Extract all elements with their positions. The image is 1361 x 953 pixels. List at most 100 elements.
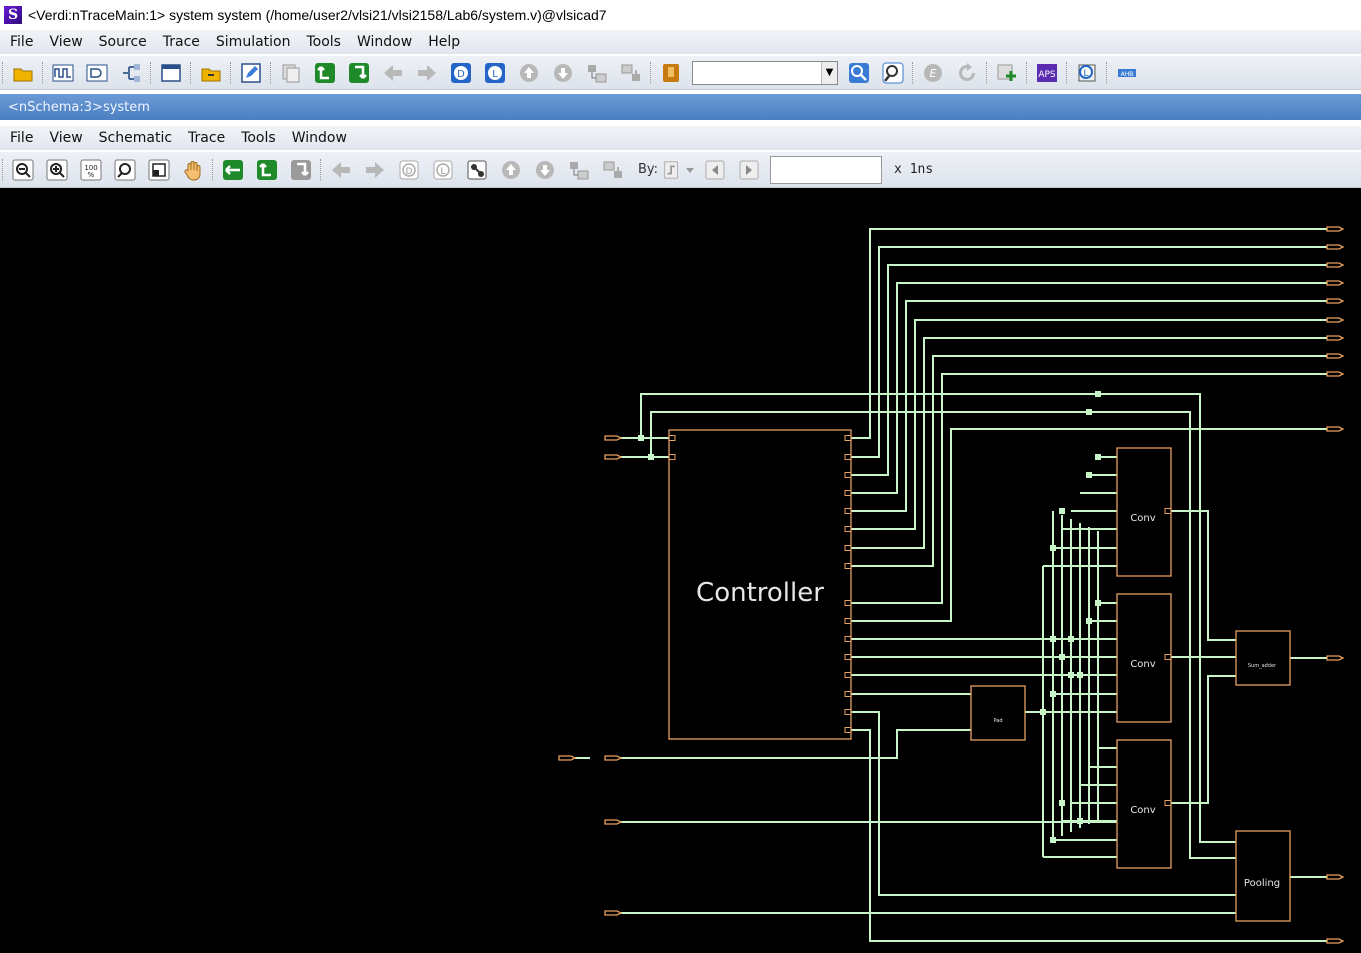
menu-simulation[interactable]: Simulation	[206, 34, 297, 50]
forward-arrow-icon[interactable]	[414, 60, 440, 86]
output-port[interactable]	[1326, 353, 1345, 359]
schem-menu-window[interactable]: Window	[282, 130, 353, 146]
pad-label[interactable]: Pad	[993, 718, 1002, 724]
menu-window[interactable]: Window	[347, 34, 418, 50]
apps-icon[interactable]: APS	[1034, 60, 1060, 86]
down-icon[interactable]	[550, 60, 576, 86]
menu-trace[interactable]: Trace	[153, 34, 206, 50]
main-search-combo[interactable]: ▼	[692, 60, 838, 85]
sum-adder-label[interactable]: Sum_adder	[1248, 663, 1277, 669]
menu-file[interactable]: File	[0, 34, 39, 50]
input-port[interactable]	[604, 755, 623, 761]
next-time-icon[interactable]	[736, 157, 762, 183]
ahb-icon[interactable]: AHB	[1114, 60, 1140, 86]
output-port[interactable]	[1326, 226, 1345, 232]
menu-tools[interactable]: Tools	[296, 34, 347, 50]
input-port[interactable]	[604, 454, 623, 460]
time-input[interactable]	[770, 155, 883, 184]
copy-icon[interactable]	[278, 60, 304, 86]
chevron-down-icon[interactable]	[684, 157, 696, 183]
conv-block-2[interactable]	[1116, 593, 1172, 723]
output-port[interactable]	[1326, 371, 1345, 377]
signal-list-icon[interactable]	[84, 60, 110, 86]
wire[interactable]	[640, 393, 1236, 843]
open-folder-icon[interactable]	[10, 60, 36, 86]
schem-menu-trace[interactable]: Trace	[178, 130, 231, 146]
load-icon[interactable]: L	[482, 60, 508, 86]
menu-help[interactable]: Help	[418, 34, 466, 50]
trace-down-icon[interactable]	[288, 157, 314, 183]
sum-adder-block[interactable]	[1235, 630, 1291, 686]
input-port[interactable]	[558, 755, 577, 761]
controller-label[interactable]: Controller	[696, 578, 824, 608]
collapse-icon[interactable]	[618, 60, 644, 86]
output-port[interactable]	[1326, 335, 1345, 341]
output-port[interactable]	[1326, 262, 1345, 268]
driver-icon[interactable]: D	[396, 157, 422, 183]
output-port[interactable]	[1326, 317, 1345, 323]
zoom-100-icon[interactable]: 100%	[78, 157, 104, 183]
wire[interactable]	[851, 282, 1327, 494]
window-icon[interactable]	[158, 60, 184, 86]
wire[interactable]	[851, 264, 1327, 476]
output-port[interactable]	[1326, 280, 1345, 286]
expand-icon[interactable]	[584, 60, 610, 86]
refresh-icon[interactable]	[954, 60, 980, 86]
trace-down-icon[interactable]	[346, 60, 372, 86]
schem-menu-tools[interactable]: Tools	[231, 130, 282, 146]
bookmark-icon[interactable]	[658, 60, 684, 86]
edit-icon[interactable]	[238, 60, 264, 86]
trace-up-icon[interactable]	[254, 157, 280, 183]
wire[interactable]	[851, 319, 1327, 530]
zoom-window-icon[interactable]	[146, 157, 172, 183]
back-arrow-icon[interactable]	[380, 60, 406, 86]
e-icon[interactable]: E	[920, 60, 946, 86]
pan-hand-icon[interactable]	[180, 157, 206, 183]
wire[interactable]	[851, 228, 1327, 439]
wire[interactable]	[621, 729, 971, 759]
menu-view[interactable]: View	[39, 34, 88, 50]
output-port[interactable]	[1326, 298, 1345, 304]
input-port[interactable]	[604, 910, 623, 916]
signal-type-icon[interactable]	[662, 157, 682, 183]
zoom-in-icon[interactable]	[44, 157, 70, 183]
conv-label-1[interactable]: Conv	[1130, 513, 1155, 524]
chevron-down-icon[interactable]: ▼	[821, 61, 837, 84]
output-port[interactable]	[1326, 938, 1345, 944]
schematic-canvas[interactable]: Controller Conv Conv Conv Pad Sum_adder …	[0, 188, 1361, 953]
output-port[interactable]	[1326, 655, 1345, 661]
input-port[interactable]	[604, 435, 623, 441]
trace-up-icon[interactable]	[312, 60, 338, 86]
pooling-block[interactable]	[1235, 830, 1291, 922]
trace-back-icon[interactable]	[220, 157, 246, 183]
input-port[interactable]	[604, 819, 623, 825]
conv-block-3[interactable]	[1116, 739, 1172, 869]
open-source-icon[interactable]	[198, 60, 224, 86]
schem-menu-file[interactable]: File	[0, 130, 39, 146]
output-port[interactable]	[1326, 244, 1345, 250]
conv-label-2[interactable]: Conv	[1130, 659, 1155, 670]
conv-label-3[interactable]: Conv	[1130, 805, 1155, 816]
connectivity-icon[interactable]	[464, 157, 490, 183]
pooling-label[interactable]: Pooling	[1244, 878, 1280, 889]
down-icon[interactable]	[532, 157, 558, 183]
wire[interactable]	[851, 246, 1327, 458]
conv-block-1[interactable]	[1116, 447, 1172, 577]
collapse-icon[interactable]	[600, 157, 626, 183]
expand-icon[interactable]	[566, 157, 592, 183]
up-icon[interactable]	[516, 60, 542, 86]
add-icon[interactable]	[994, 60, 1020, 86]
wire[interactable]	[851, 300, 1327, 512]
search-icon[interactable]	[846, 60, 872, 86]
zoom-out-icon[interactable]	[10, 157, 36, 183]
zoom-fit-icon[interactable]	[112, 157, 138, 183]
waveform-icon[interactable]	[50, 60, 76, 86]
forward-arrow-icon[interactable]	[362, 157, 388, 183]
menu-source[interactable]: Source	[89, 34, 153, 50]
wire[interactable]	[1171, 675, 1236, 804]
schem-menu-view[interactable]: View	[39, 130, 88, 146]
back-arrow-icon[interactable]	[328, 157, 354, 183]
pad-block[interactable]	[970, 685, 1026, 741]
prev-time-icon[interactable]	[702, 157, 728, 183]
l-icon[interactable]: L	[1074, 60, 1100, 86]
